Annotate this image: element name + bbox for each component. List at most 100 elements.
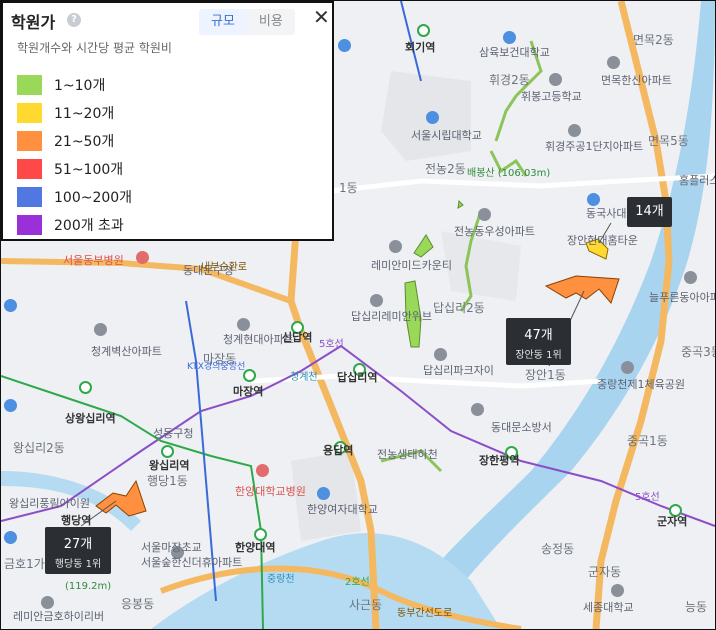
station-label: 행당역 [61, 514, 92, 527]
place-label: 삼육보건대학교 [479, 46, 550, 59]
apartment-icon[interactable] [370, 294, 383, 307]
place-label: 전농동우성아파트 [454, 225, 535, 238]
school-icon[interactable] [4, 399, 17, 412]
place-label: 면목한신아파트 [601, 74, 672, 87]
legend-label: 1~10개 [54, 78, 106, 94]
district-label: 면목2동 [633, 33, 674, 47]
station-label: 한양대역 [235, 541, 276, 554]
legend-swatch [17, 103, 42, 123]
tab-scale[interactable]: 규모 [199, 9, 247, 35]
district-label: 왕십리2동 [13, 441, 65, 455]
academy-tooltip[interactable]: 14개 [627, 197, 672, 227]
place-label: 장안현대홈타운 [567, 234, 638, 247]
academy-rank: 행당동 1위 [54, 559, 102, 570]
legend-swatch [17, 75, 42, 95]
place-label: 동대문소방서 [491, 421, 552, 434]
apartment-icon[interactable] [237, 318, 250, 331]
district-label: 금호1가 [4, 557, 45, 571]
apartment-icon[interactable] [434, 348, 447, 361]
place-label: 중랑천제1체육공원 [597, 378, 685, 391]
place-label: 답십리파크자이 [423, 364, 494, 377]
subway-line-label: KTX경의중앙선 [187, 362, 246, 372]
legend-label: 51~100개 [54, 162, 124, 178]
university-icon[interactable] [338, 39, 351, 52]
help-icon[interactable]: ? [67, 13, 81, 27]
legend-item: 21~50개 [17, 130, 114, 152]
place-label: 서울시립대학교 [411, 129, 482, 142]
place-label: 성동구청 [153, 427, 194, 440]
district-label: 중곡3동 [681, 345, 715, 359]
university-icon[interactable] [611, 584, 624, 597]
station-marker[interactable] [161, 445, 174, 458]
place-label: 서울동부병원 [63, 254, 124, 267]
district-label: 사근동 [349, 598, 383, 612]
close-icon[interactable]: ✕ [313, 7, 331, 28]
school-icon[interactable] [549, 73, 562, 86]
legend-subtitle: 학원개수와 시간당 평균 학원비 [17, 41, 172, 55]
apartment-icon[interactable] [41, 596, 54, 609]
academy-tooltip[interactable]: 27개 행당동 1위 [45, 527, 111, 574]
station-marker[interactable] [79, 381, 92, 394]
station-label: 마장역 [233, 385, 264, 398]
river-label: 중랑천 [267, 574, 295, 585]
map-frame[interactable]: 회기역 신답역 마장역 답십리역 상왕십리역 왕십리역 용답역 장한평역 행당역… [0, 0, 716, 630]
station-marker[interactable] [254, 528, 267, 541]
place-label: 레미안금호하이리버 [13, 610, 105, 623]
district-label: 장안1동 [525, 368, 566, 382]
legend-tabs: 규모 비용 [199, 9, 295, 35]
legend-title: 학원가 [11, 13, 56, 32]
place-label: 홈플러스 [679, 174, 716, 187]
place-label: 답십리레미안위브 [351, 310, 432, 323]
academy-tooltip[interactable]: 47개 장안동 1위 [506, 318, 571, 365]
district-label: 군자동 [588, 565, 622, 579]
hospital-icon[interactable] [136, 251, 149, 264]
district-label: 1동 [339, 181, 358, 195]
district-label: 전농2동 [425, 162, 466, 176]
place-label: 청계현대아파트 [223, 333, 294, 346]
apartment-icon[interactable] [389, 240, 402, 253]
place-label: 서울마장초교 [141, 541, 202, 554]
apartment-icon[interactable] [94, 323, 107, 336]
place-label: 서울숲한신더휴아파트 [141, 556, 243, 569]
legend-item: 1~10개 [17, 74, 105, 96]
road-label: 내부순환로 [201, 262, 247, 273]
university-icon[interactable] [426, 111, 439, 124]
district-label: 휘경2동 [489, 73, 530, 87]
academy-count: 27개 [63, 537, 93, 552]
place-label: 늘푸른동아아파트 [649, 291, 715, 304]
legend-label: 100~200개 [54, 190, 133, 206]
place-label: 전농생태하천 [377, 448, 438, 461]
place-label: 왕십리풍림아이원 [9, 497, 90, 510]
apartment-icon[interactable] [478, 208, 491, 221]
station-label: 왕십리역 [149, 459, 190, 472]
legend-label: 11~20개 [54, 106, 115, 122]
university-icon[interactable] [317, 487, 330, 500]
station-label: 장한평역 [479, 454, 520, 467]
apartment-icon[interactable] [568, 124, 581, 137]
place-label: 휘경주공1단지아파트 [545, 140, 644, 153]
school-icon[interactable] [503, 31, 516, 44]
hospital-icon[interactable] [256, 464, 269, 477]
station-label: 답십리역 [337, 371, 378, 384]
district-label: 응봉동 [121, 597, 155, 611]
park-icon[interactable] [621, 361, 634, 374]
tab-cost[interactable]: 비용 [247, 9, 295, 35]
legend-label: 21~50개 [54, 134, 115, 150]
mountain-label: (119.2m) [65, 581, 112, 592]
fire-station-icon[interactable] [471, 403, 484, 416]
mountain-label: 배봉산 (106.03m) [467, 168, 551, 179]
school-icon[interactable] [587, 193, 600, 206]
school-icon[interactable] [4, 531, 17, 544]
apartment-icon[interactable] [607, 56, 620, 69]
school-icon[interactable] [4, 299, 17, 312]
river-label: 청계천 [290, 372, 318, 383]
station-label: 군자역 [657, 515, 688, 528]
station-marker[interactable] [417, 24, 430, 37]
place-label: 한양대학교병원 [235, 485, 306, 498]
legend-swatch [17, 131, 42, 151]
district-label: 중곡1동 [627, 434, 668, 448]
subway-line-label: 5호선 [319, 339, 344, 350]
district-label: 답십리2동 [433, 301, 485, 315]
apartment-icon[interactable] [684, 271, 697, 284]
legend-swatch [17, 159, 42, 179]
